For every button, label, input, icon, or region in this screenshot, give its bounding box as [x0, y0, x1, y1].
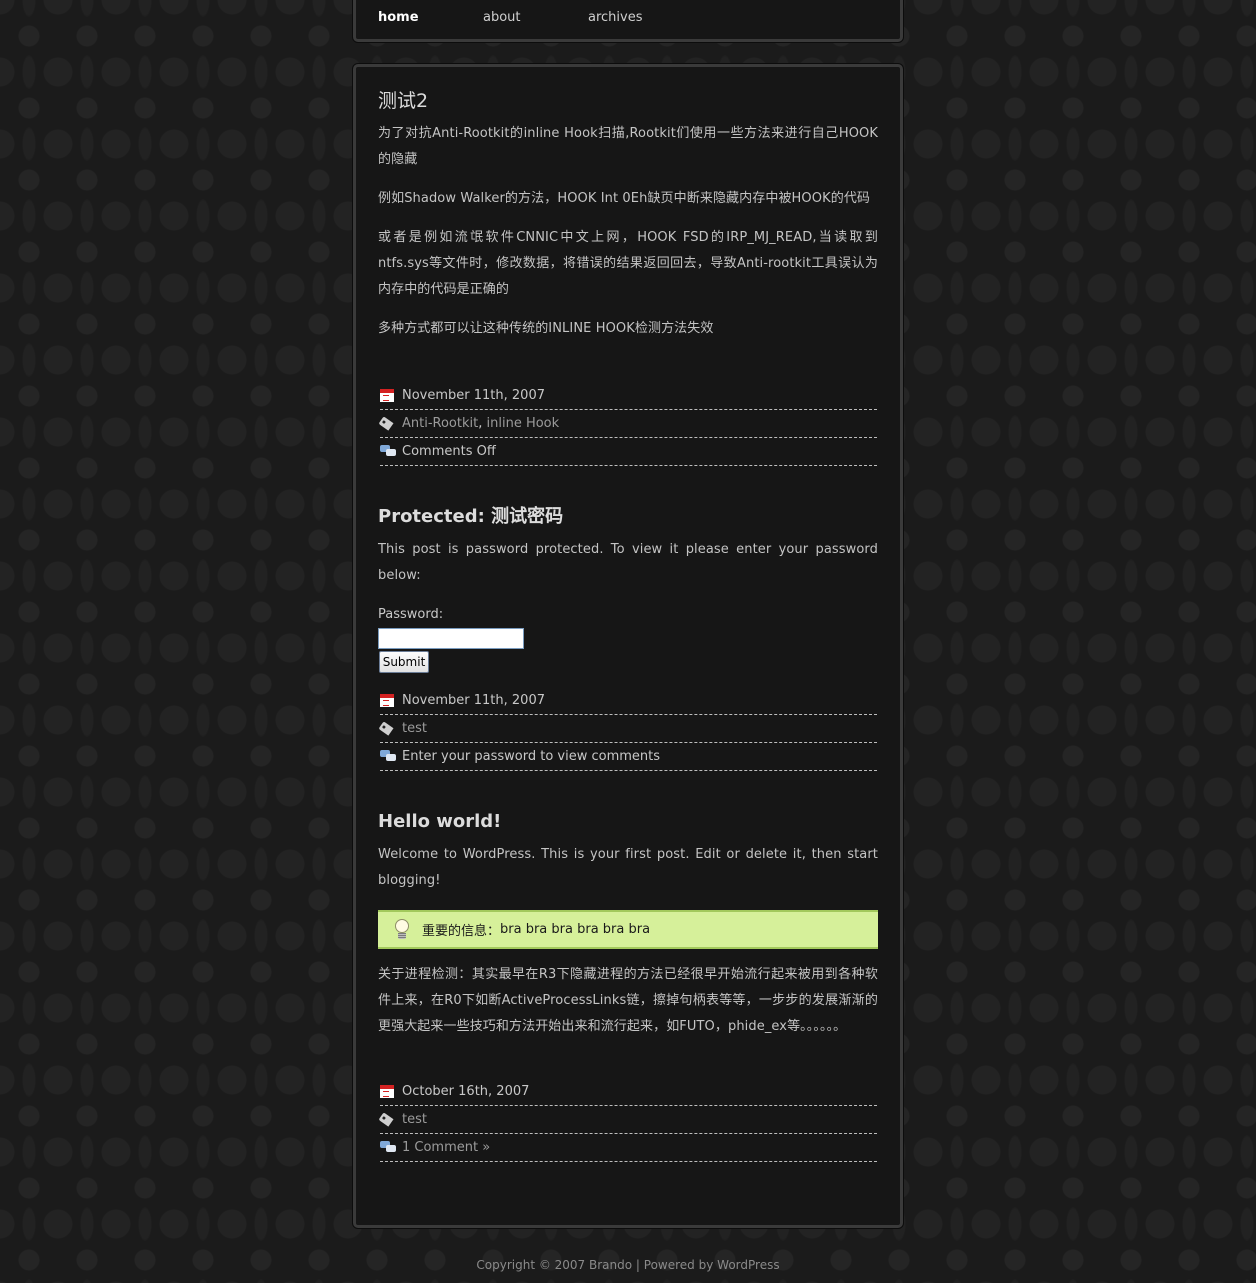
post-meta: November 11th, 2007 test Enter your pass…: [378, 687, 877, 771]
top-navigation: home about archives: [353, 0, 903, 42]
footer: Copyright © 2007 Brando | Powered by Wor…: [0, 1258, 1256, 1272]
notice-text: bra bra bra bra bra bra: [500, 922, 651, 937]
nav-home[interactable]: home: [378, 10, 419, 25]
post-3: Hello world! Welcome to WordPress. This …: [378, 810, 878, 894]
wordpress-link[interactable]: WordPress: [717, 1258, 779, 1272]
site-link[interactable]: Brando: [589, 1258, 632, 1272]
calendar-icon: [380, 694, 394, 707]
comments-icon: [380, 1141, 398, 1154]
comments-status: Comments Off: [402, 444, 496, 459]
tag-separator: ,: [478, 416, 487, 431]
submit-button[interactable]: Submit: [379, 651, 429, 673]
post-title[interactable]: Protected: 测试密码: [378, 505, 878, 529]
post-paragraph: 或者是例如流氓软件CNNIC中文上网，HOOK FSD的IRP_MJ_READ,…: [378, 230, 878, 297]
post-date-row: November 11th, 2007: [380, 687, 877, 715]
post-title[interactable]: 测试2: [378, 89, 878, 113]
password-label: Password:: [378, 607, 444, 622]
post-comments-row: Comments Off: [380, 438, 877, 466]
post-date: November 11th, 2007: [402, 693, 545, 708]
comments-icon: [380, 750, 398, 763]
post-date-row: October 16th, 2007: [380, 1078, 877, 1106]
tag-link[interactable]: Anti-Rootkit: [402, 416, 478, 431]
calendar-icon: [380, 389, 394, 402]
post-comments-row: Enter your password to view comments: [380, 743, 877, 771]
calendar-icon: [380, 1085, 394, 1098]
post-tags-row: test: [378, 715, 877, 743]
post-paragraph: 关于进程检测：其实最早在R3下隐藏进程的方法已经很早开始流行起来被用到各种软件上…: [378, 967, 878, 1034]
post-date-row: November 11th, 2007: [380, 382, 877, 410]
password-input[interactable]: [378, 628, 524, 649]
footer-separator: | Powered by: [632, 1258, 718, 1272]
tag-link[interactable]: test: [402, 1112, 427, 1127]
post-3-body: 关于进程检测：其实最早在R3下隐藏进程的方法已经很早开始流行起来被用到各种软件上…: [378, 962, 878, 1040]
post-intro: Welcome to WordPress. This is your first…: [378, 847, 878, 888]
tag-icon: [378, 1112, 394, 1127]
tag-icon: [378, 721, 394, 736]
comments-status: Enter your password to view comments: [402, 749, 661, 764]
tag-link[interactable]: test: [402, 721, 427, 736]
post-comments-row: 1 Comment »: [380, 1134, 877, 1162]
post-2: Protected: 测试密码 This post is password pr…: [378, 505, 878, 589]
protected-message: This post is password protected. To view…: [378, 542, 878, 583]
comments-link[interactable]: 1 Comment »: [402, 1140, 490, 1155]
post-tags-row: test: [378, 1106, 877, 1134]
post-date: November 11th, 2007: [402, 388, 545, 403]
copyright-text: Copyright © 2007: [476, 1258, 590, 1272]
post-meta: October 16th, 2007 test 1 Comment »: [378, 1078, 877, 1162]
nav-about[interactable]: about: [483, 10, 521, 25]
post-tags-row: Anti-Rootkit, inline Hook: [378, 410, 877, 438]
post-1: 测试2 为了对抗Anti-Rootkit的inline Hook扫描,Rootk…: [378, 89, 878, 342]
post-paragraph: 为了对抗Anti-Rootkit的inline Hook扫描,Rootkit们使…: [378, 126, 878, 167]
post-title[interactable]: Hello world!: [378, 810, 878, 834]
tag-link[interactable]: inline Hook: [487, 416, 560, 431]
important-notice: 重要的信息： bra bra bra bra bra bra: [378, 910, 878, 949]
nav-archives[interactable]: archives: [588, 10, 643, 25]
post-paragraph: 例如Shadow Walker的方法，HOOK Int 0Eh缺页中断来隐藏内存…: [378, 191, 871, 206]
post-meta: November 11th, 2007 Anti-Rootkit, inline…: [378, 382, 877, 466]
notice-label: 重要的信息：: [422, 924, 501, 939]
tag-icon: [378, 416, 394, 431]
comments-icon: [380, 445, 398, 458]
content-panel: 测试2 为了对抗Anti-Rootkit的inline Hook扫描,Rootk…: [353, 64, 903, 1228]
post-paragraph: 多种方式都可以让这种传统的INLINE HOOK检测方法失效: [378, 321, 714, 336]
lightbulb-icon: [394, 918, 410, 941]
post-date: October 16th, 2007: [402, 1084, 530, 1099]
